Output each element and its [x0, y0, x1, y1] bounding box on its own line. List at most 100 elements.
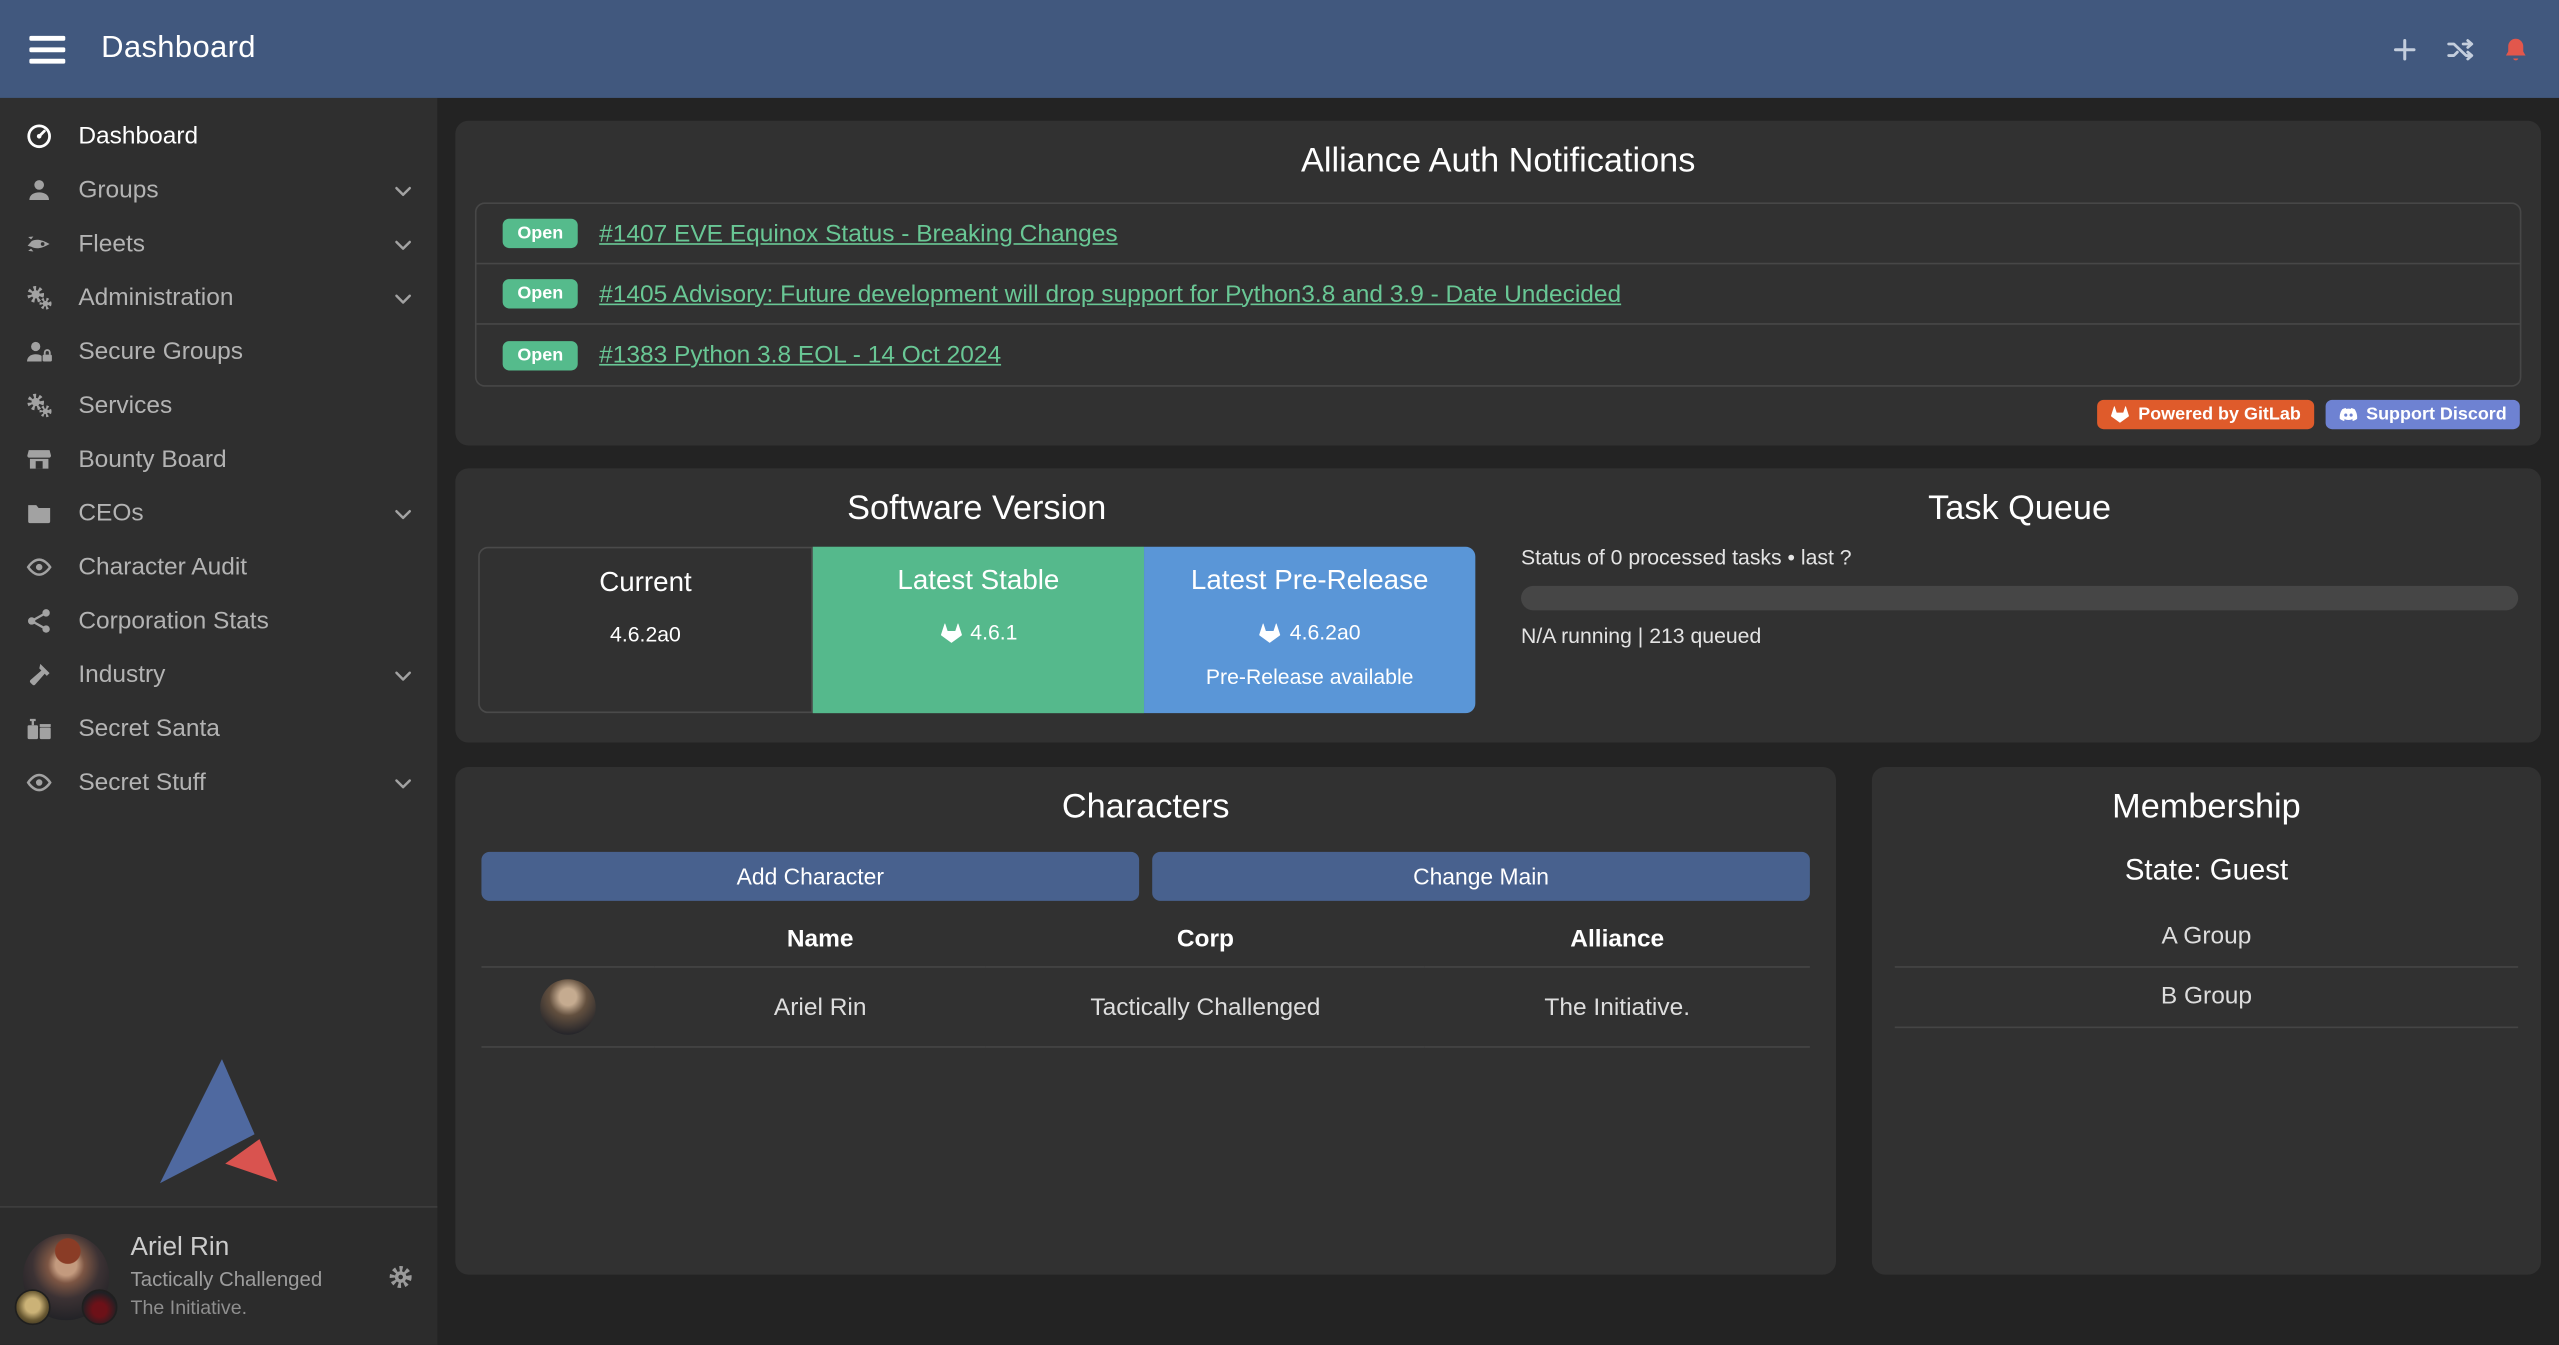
sidebar-item-bounty-board[interactable]: Bounty Board — [0, 432, 437, 486]
support-discord-badge[interactable]: Support Discord — [2325, 400, 2519, 429]
menu-toggle-icon[interactable] — [29, 35, 65, 63]
version-number: 4.6.2a0 — [1290, 620, 1361, 644]
powered-by-gitlab-badge[interactable]: Powered by GitLab — [2097, 400, 2313, 429]
sidebar-item-services[interactable]: Services — [0, 379, 437, 433]
character-alliance: The Initiative. — [1425, 967, 1810, 1047]
task-queue-status: Status of 0 processed tasks • last ? — [1521, 545, 2518, 569]
character-name: Ariel Rin — [654, 967, 986, 1047]
task-queue-progress-bar — [1521, 586, 2518, 610]
top-navbar: Dashboard — [0, 0, 2559, 98]
avatar — [23, 1233, 109, 1319]
version-number: 4.6.2a0 — [610, 622, 681, 646]
column-header-name: Name — [654, 911, 986, 967]
membership-panel: Membership State: Guest A Group B Group — [1872, 767, 2541, 1275]
version-cell-label: Current — [480, 566, 811, 599]
user-icon — [23, 176, 56, 204]
character-corp: Tactically Challenged — [986, 967, 1424, 1047]
characters-table: Name Corp Alliance Ariel Rin Tactically … — [481, 911, 1809, 1048]
screen: Dashboard Dashboard Groups Fleets — [0, 0, 2559, 1345]
sidebar-item-label: Bounty Board — [78, 446, 226, 474]
version-cell-label: Latest Stable — [813, 565, 1144, 598]
user-name: Ariel Rin — [131, 1232, 323, 1265]
notifications-list: Open #1407 EVE Equinox Status - Breaking… — [475, 202, 2522, 386]
notification-item: Open #1383 Python 3.8 EOL - 14 Oct 2024 — [477, 325, 2520, 385]
discord-icon — [2338, 405, 2358, 425]
group-list: A Group B Group — [1895, 907, 2518, 1028]
admin-status-panel: Software Version Current 4.6.2a0 Latest … — [455, 468, 2541, 742]
sidebar-item-label: Secure Groups — [78, 338, 243, 366]
shop-icon — [23, 446, 56, 474]
task-queue-counts: N/A running | 213 queued — [1521, 623, 2518, 647]
sidebar-item-character-audit[interactable]: Character Audit — [0, 540, 437, 594]
share-nodes-icon — [23, 607, 56, 635]
chevron-down-icon — [392, 663, 415, 686]
sidebar-item-secure-groups[interactable]: Secure Groups — [0, 325, 437, 379]
folder-icon — [23, 499, 56, 527]
sidebar-item-administration[interactable]: Administration — [0, 271, 437, 325]
plus-icon[interactable] — [2391, 35, 2419, 63]
gears-icon — [23, 392, 56, 420]
alliance-auth-logo — [160, 1059, 278, 1183]
characters-panel: Characters Add Character Change Main Nam… — [455, 767, 1836, 1275]
shuffle-icon[interactable] — [2446, 35, 2474, 63]
version-cell-latest-prerelease: Latest Pre-Release 4.6.2a0 Pre-Release a… — [1144, 547, 1475, 713]
sidebar-item-label: Groups — [78, 176, 158, 204]
status-badge: Open — [503, 340, 578, 369]
task-queue-title: Task Queue — [1498, 468, 2541, 528]
sidebar-item-label: Services — [78, 392, 172, 420]
badge-label: Powered by GitLab — [2138, 405, 2301, 425]
sidebar-item-label: Character Audit — [78, 553, 247, 581]
notification-item: Open #1407 EVE Equinox Status - Breaking… — [477, 204, 2520, 264]
gitlab-icon — [939, 621, 962, 644]
user-alliance: The Initiative. — [131, 1296, 323, 1320]
table-row: Ariel Rin Tactically Challenged The Init… — [481, 967, 1809, 1047]
version-number: 4.6.1 — [970, 620, 1017, 644]
corp-logo-badge — [15, 1288, 51, 1324]
sidebar-item-groups[interactable]: Groups — [0, 163, 437, 217]
version-cell-label: Latest Pre-Release — [1144, 565, 1475, 598]
chevron-down-icon — [392, 179, 415, 202]
hammer-icon — [23, 661, 56, 689]
notification-link[interactable]: #1407 EVE Equinox Status - Breaking Chan… — [599, 220, 1117, 248]
gauge-icon — [23, 122, 56, 150]
chevron-down-icon — [392, 771, 415, 794]
sidebar-item-label: CEOs — [78, 499, 143, 527]
sidebar-item-fleets[interactable]: Fleets — [0, 217, 437, 271]
notifications-panel: Alliance Auth Notifications Open #1407 E… — [455, 121, 2541, 446]
sidebar: Dashboard Groups Fleets Administration S… — [0, 98, 437, 1345]
status-badge: Open — [503, 279, 578, 308]
column-header-alliance: Alliance — [1425, 911, 1810, 967]
sidebar-item-label: Corporation Stats — [78, 607, 269, 635]
add-character-button[interactable]: Add Character — [481, 852, 1139, 901]
gitlab-icon — [2110, 405, 2130, 425]
sidebar-item-label: Dashboard — [78, 122, 198, 150]
alliance-logo-badge — [82, 1288, 118, 1324]
notification-link[interactable]: #1383 Python 3.8 EOL - 14 Oct 2024 — [599, 341, 1001, 369]
column-header-portrait — [481, 911, 654, 967]
sidebar-item-secret-stuff[interactable]: Secret Stuff — [0, 756, 437, 810]
bell-icon[interactable] — [2502, 35, 2530, 63]
list-item-group: A Group — [1895, 907, 2518, 967]
notification-link[interactable]: #1405 Advisory: Future development will … — [599, 280, 1621, 308]
sidebar-item-label: Secret Stuff — [78, 769, 205, 797]
sidebar-item-ceos[interactable]: CEOs — [0, 486, 437, 540]
gifts-icon — [23, 715, 56, 743]
column-header-corp: Corp — [986, 911, 1424, 967]
gear-icon[interactable] — [387, 1262, 415, 1290]
sidebar-item-dashboard[interactable]: Dashboard — [0, 109, 437, 163]
user-corp: Tactically Challenged — [131, 1268, 323, 1294]
eye-icon — [23, 553, 56, 581]
version-cell-latest-stable: Latest Stable 4.6.1 — [813, 547, 1144, 713]
sidebar-item-secret-santa[interactable]: Secret Santa — [0, 702, 437, 756]
notification-item: Open #1405 Advisory: Future development … — [477, 264, 2520, 324]
sidebar-item-corporation-stats[interactable]: Corporation Stats — [0, 594, 437, 648]
user-panel: Ariel Rin Tactically Challenged The Init… — [0, 1206, 437, 1345]
status-badge: Open — [503, 219, 578, 248]
change-main-button[interactable]: Change Main — [1152, 852, 1810, 901]
software-version-title: Software Version — [455, 468, 1498, 528]
chevron-down-icon — [392, 286, 415, 309]
user-lock-icon — [23, 338, 56, 366]
list-item-group: B Group — [1895, 968, 2518, 1028]
sidebar-item-industry[interactable]: Industry — [0, 648, 437, 702]
badge-label: Support Discord — [2366, 405, 2507, 425]
